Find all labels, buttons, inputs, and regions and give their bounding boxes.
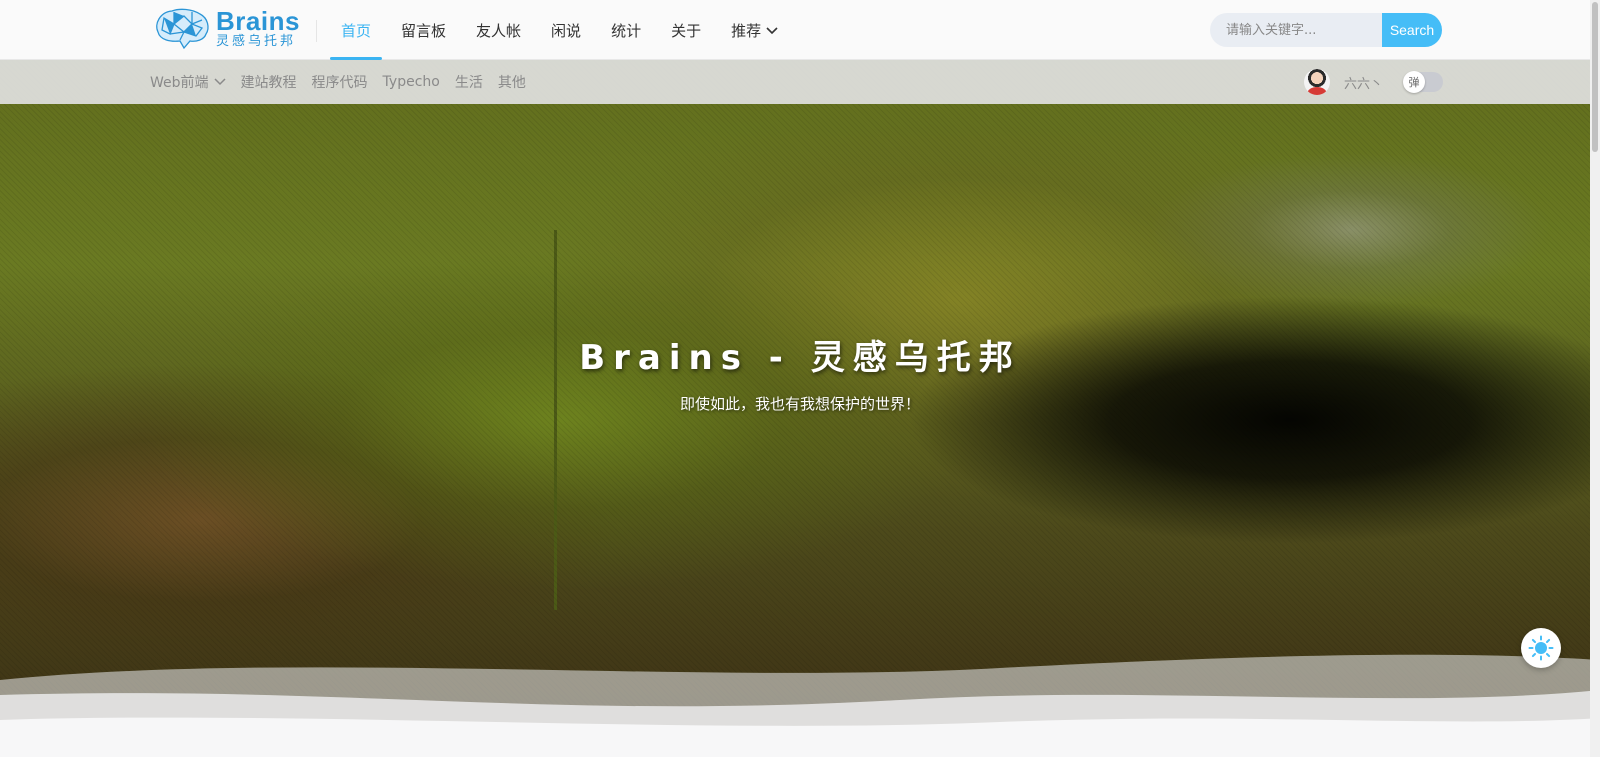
brain-logo-icon (156, 8, 209, 50)
nav-item-label: 关于 (671, 21, 702, 40)
chevron-down-icon (766, 21, 778, 39)
page: Brains 灵感乌托邦 首页 留言板 友人帐 闲说 统计 关于 推荐 请输入关… (0, 0, 1600, 757)
main-nav: 首页 留言板 友人帐 闲说 统计 关于 推荐 (326, 0, 793, 60)
sun-icon (1528, 635, 1554, 661)
nav-item-home[interactable]: 首页 (326, 0, 386, 60)
category-typecho[interactable]: Typecho (383, 74, 440, 90)
avatar[interactable] (1304, 69, 1330, 95)
category-life[interactable]: 生活 (455, 72, 483, 92)
category-label: Typecho (382, 74, 440, 90)
nav-item-stats[interactable]: 统计 (596, 0, 656, 60)
chevron-down-icon (214, 74, 226, 90)
category-nav: Web前端 建站教程 程序代码 Typecho 生活 其他 (150, 60, 541, 104)
nav-item-label: 推荐 (731, 21, 762, 40)
nav-item-label: 统计 (611, 21, 642, 40)
hero-text: Brains - 灵感乌托邦 即使如此，我也有我想保护的世界！ (0, 330, 1600, 414)
search-bar: Search (1210, 13, 1442, 47)
nav-item-label: 留言板 (401, 21, 447, 40)
category-label: 建站教程 (240, 75, 297, 91)
category-label: 程序代码 (311, 75, 368, 91)
top-header: Brains 灵感乌托邦 首页 留言板 友人帐 闲说 统计 关于 推荐 请输入关… (0, 0, 1600, 60)
category-label: 生活 (454, 75, 483, 91)
nav-item-guestbook[interactable]: 留言板 (386, 0, 461, 60)
nav-item-label: 闲说 (551, 21, 582, 40)
theme-toggle-button[interactable] (1521, 628, 1561, 668)
scrollbar-thumb[interactable] (1592, 2, 1598, 152)
nav-item-friends[interactable]: 友人帐 (461, 0, 536, 60)
search-button[interactable]: Search (1382, 13, 1442, 47)
hero-title: Brains - 灵感乌托邦 (579, 338, 1021, 378)
category-label: Web前端 (150, 75, 209, 91)
hero-subtitle: 即使如此，我也有我想保护的世界！ (679, 395, 920, 413)
site-logo[interactable]: Brains 灵感乌托邦 (150, 6, 300, 52)
hero-wave-divider (0, 654, 1600, 757)
logo-title: Brains (216, 6, 300, 36)
nav-item-chat[interactable]: 闲说 (536, 0, 596, 60)
logo-subtitle: 灵感乌托邦 (216, 34, 297, 49)
nav-item-recommend[interactable]: 推荐 (716, 0, 793, 60)
toggle-label: 弹 (1408, 76, 1420, 89)
nav-item-label: 友人帐 (476, 21, 522, 40)
username[interactable]: 六六丶 (1344, 73, 1383, 92)
category-other[interactable]: 其他 (498, 72, 526, 92)
category-site-tutorial[interactable]: 建站教程 (241, 72, 297, 92)
hero-sprout-decoration (540, 230, 570, 610)
category-web-frontend[interactable]: Web前端 (150, 72, 226, 92)
category-bar: Web前端 建站教程 程序代码 Typecho 生活 其他 六六丶 弹 (0, 60, 1600, 104)
search-input[interactable] (1210, 13, 1382, 47)
nav-item-label: 首页 (341, 21, 372, 40)
logo-divider (316, 20, 317, 42)
user-area: 六六丶 弹 (1304, 60, 1444, 104)
barrage-toggle[interactable]: 弹 (1403, 71, 1444, 93)
toggle-knob: 弹 (1403, 71, 1426, 93)
category-code[interactable]: 程序代码 (312, 72, 368, 92)
page-scrollbar[interactable] (1590, 0, 1600, 757)
category-label: 其他 (497, 75, 526, 91)
nav-item-about[interactable]: 关于 (656, 0, 716, 60)
